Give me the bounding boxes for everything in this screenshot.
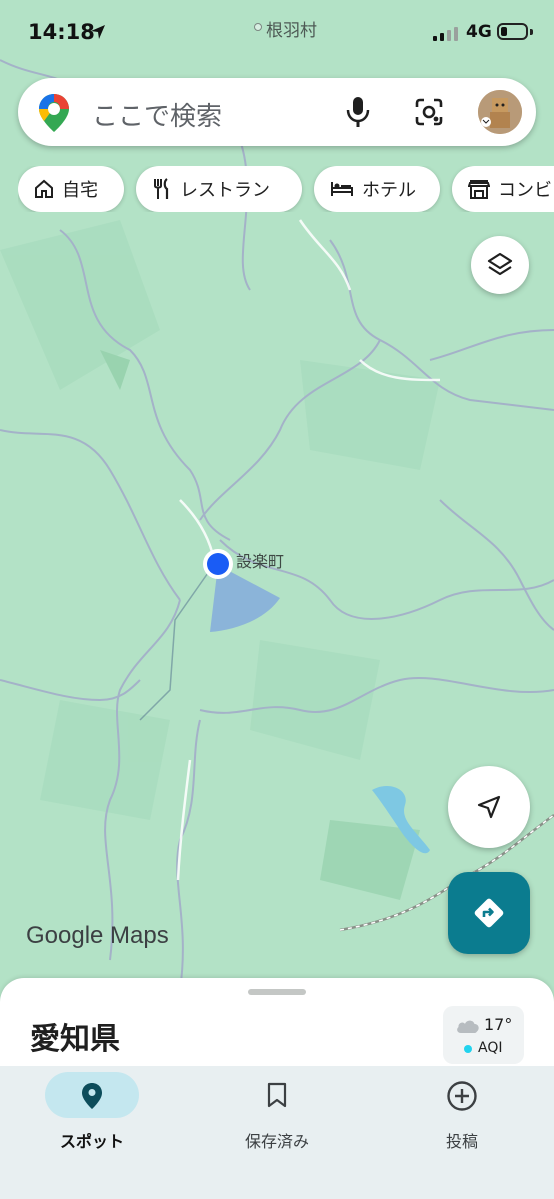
search-input[interactable]: ここで検索 <box>92 96 222 133</box>
bottom-navigation: スポット 保存済み 投稿 <box>0 1066 554 1199</box>
map-town-label: 設楽町 <box>236 552 285 571</box>
microphone-icon[interactable] <box>344 95 372 129</box>
google-maps-logo: Google Maps <box>26 922 169 949</box>
nav-saved[interactable]: 保存済み <box>195 1066 355 1166</box>
chip-home[interactable]: 自宅 <box>18 166 124 212</box>
nav-explore[interactable]: スポット <box>10 1066 170 1166</box>
aqi-indicator <box>464 1045 472 1053</box>
directions-button[interactable] <box>448 872 530 954</box>
my-location-button[interactable] <box>448 766 530 848</box>
map-village-label: 根羽村 <box>266 21 317 41</box>
add-circle-icon <box>447 1081 477 1111</box>
chip-label: 自宅 <box>62 180 98 201</box>
store-icon <box>468 180 490 199</box>
directions-icon <box>474 898 504 928</box>
network-type: 4G <box>466 22 492 42</box>
restaurant-icon <box>154 178 169 199</box>
layers-icon <box>487 252 513 276</box>
weather-card[interactable]: 17° AQI <box>443 1006 524 1064</box>
chip-convenience-store[interactable]: コンビ <box>452 166 554 212</box>
chip-label: ホテル <box>362 180 416 201</box>
village-marker-icon <box>254 23 262 31</box>
search-bar[interactable]: ここで検索 <box>18 78 536 146</box>
nav-contribute[interactable]: 投稿 <box>380 1066 540 1166</box>
profile-avatar[interactable] <box>478 90 522 134</box>
navigation-arrow-icon <box>477 795 501 819</box>
region-title: 愛知県 <box>30 1022 120 1057</box>
layers-button[interactable] <box>471 236 529 294</box>
maps-logo-icon <box>39 94 69 132</box>
pin-icon <box>82 1083 102 1109</box>
aqi-label: AQI <box>478 1040 503 1056</box>
chip-label: レストラン <box>180 180 270 201</box>
cloud-icon <box>457 1020 479 1033</box>
lens-camera-icon[interactable] <box>414 97 444 127</box>
chip-restaurant[interactable]: レストラン <box>136 166 302 212</box>
nav-label: 保存済み <box>244 1132 309 1151</box>
signal-icon <box>433 27 458 41</box>
avatar-image <box>478 90 522 134</box>
status-bar: 14:18 根羽村 4G <box>0 0 554 66</box>
hotel-icon <box>331 182 353 196</box>
home-icon <box>35 179 53 198</box>
sheet-drag-handle[interactable] <box>248 989 306 995</box>
chip-label: コンビ <box>498 180 552 201</box>
category-chips: 自宅 レストラン ホテル コンビ <box>18 166 554 212</box>
temperature: 17° <box>484 1015 513 1034</box>
battery-cap <box>530 29 533 35</box>
nav-label: 投稿 <box>445 1132 478 1151</box>
status-time: 14:18 <box>28 20 95 44</box>
location-arrow-icon <box>91 25 105 39</box>
nav-label: スポット <box>59 1132 124 1151</box>
bookmark-icon <box>267 1082 287 1108</box>
chip-hotel[interactable]: ホテル <box>314 166 440 212</box>
battery-icon <box>497 23 528 40</box>
